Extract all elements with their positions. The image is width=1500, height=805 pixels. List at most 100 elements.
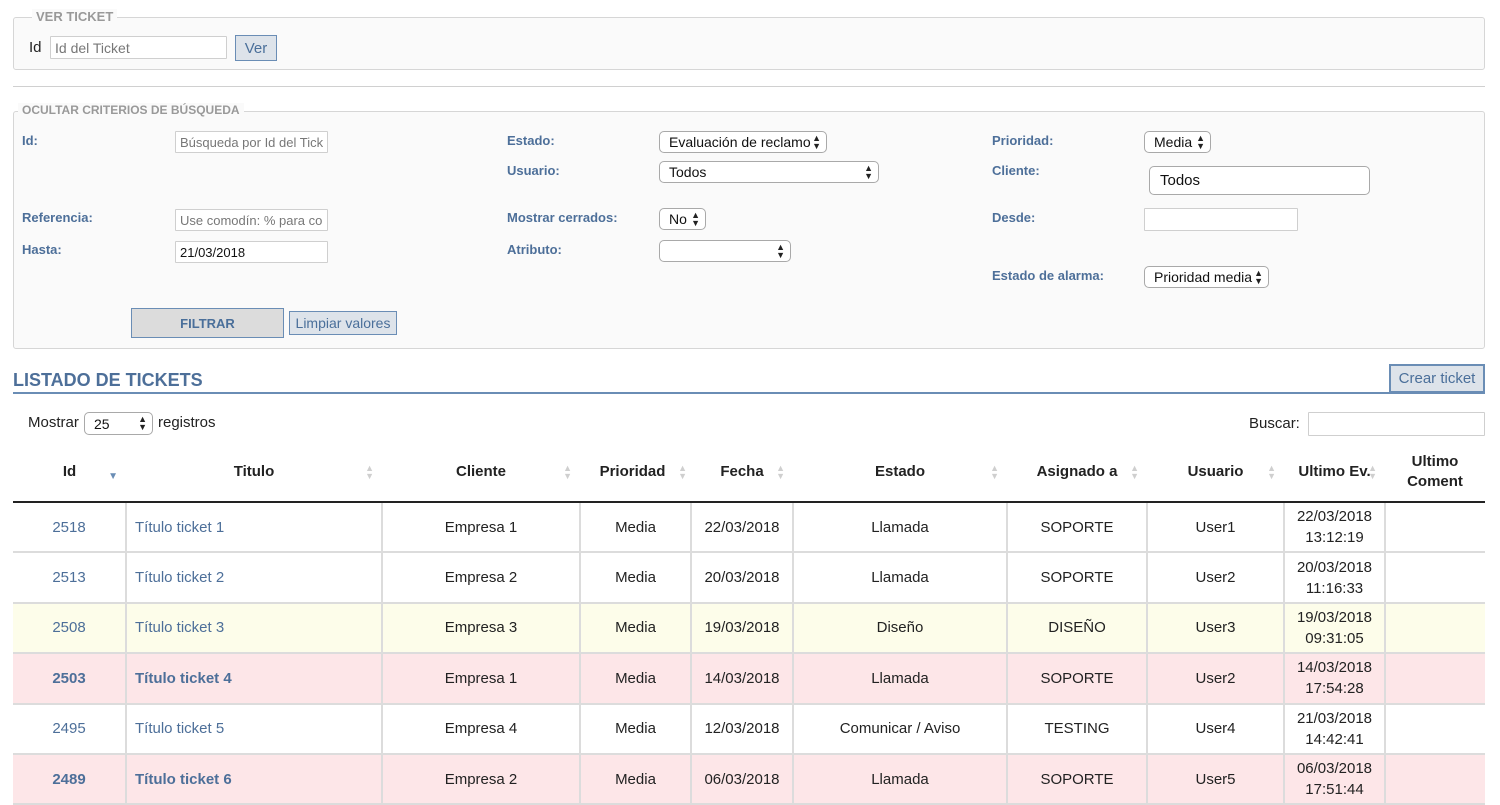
col-header-prioridad[interactable]: Prioridad ▲ ▼	[580, 442, 691, 503]
cell-prioridad: Media	[580, 602, 692, 655]
search-criteria-legend[interactable]: OCULTAR CRITERIOS DE BÚSQUEDA	[18, 103, 244, 117]
crear-ticket-button[interactable]: Crear ticket	[1389, 364, 1485, 393]
cell-id[interactable]: 2513	[13, 552, 127, 604]
cell-estado: Llamada	[793, 552, 1008, 604]
cell-id[interactable]: 2508	[13, 602, 127, 655]
estado-alarma-select[interactable]: Prioridad media ▲ ▼	[1144, 266, 1269, 288]
cell-cliente: Empresa 1	[382, 502, 581, 554]
cell-estado: Llamada	[793, 653, 1008, 705]
table-row[interactable]: 2503 Título ticket 4 Empresa 1 Media 14/03/2…	[13, 653, 1485, 705]
label-usuario: Usuario:	[507, 163, 560, 178]
sort-icon: ▲ ▼	[776, 462, 785, 481]
ultimo-ev-hora: 13:12:19	[1305, 529, 1364, 547]
col-header-ultimo-coment-label: Ultimo Coment	[1407, 452, 1463, 490]
cell-usuario: User5	[1147, 753, 1285, 805]
cell-asignado: TESTING	[1007, 703, 1148, 755]
table-row[interactable]: 2508 Título ticket 3 Empresa 3 Media 19/03/2…	[13, 602, 1485, 655]
buscar-input[interactable]	[1308, 412, 1485, 436]
col-header-fecha-label: Fecha	[720, 462, 764, 480]
chevron-updown-icon: ▲ ▼	[691, 210, 700, 228]
col-header-asignado[interactable]: Asignado a ▲ ▼	[1007, 442, 1147, 503]
cell-asignado: SOPORTE	[1007, 753, 1148, 805]
cell-prioridad: Media	[580, 502, 692, 554]
tickets-table: Id ▼ Titulo ▲ ▼ Cliente ▲ ▼ Prioridad ▲ ▼ Fecha…	[13, 442, 1485, 805]
sort-icon: ▲ ▼	[990, 462, 999, 481]
label-atributo: Atributo:	[507, 242, 562, 257]
cell-id[interactable]: 2495	[13, 703, 127, 755]
cell-id[interactable]: 2489	[13, 753, 127, 805]
sort-icon: ▲ ▼	[678, 462, 687, 481]
cell-fecha: 20/03/2018	[691, 552, 794, 604]
usuario-select[interactable]: Todos ▲ ▼	[659, 161, 879, 183]
col-header-ultimo-coment[interactable]: Ultimo Coment	[1385, 442, 1485, 503]
label-estado-alarma: Estado de alarma:	[992, 268, 1104, 283]
prioridad-select[interactable]: Media ▲ ▼	[1144, 131, 1211, 153]
cell-id[interactable]: 2518	[13, 502, 127, 554]
cliente-select[interactable]: Todos	[1149, 166, 1370, 195]
table-row[interactable]: 2518 Título ticket 1 Empresa 1 Media 22/03/2…	[13, 502, 1485, 554]
mostrar-cerrados-select[interactable]: No ▲ ▼	[659, 208, 706, 230]
search-desde-input[interactable]	[1144, 208, 1298, 231]
cliente-select-value: Todos	[1160, 172, 1201, 189]
usuario-select-value: Todos	[669, 164, 707, 180]
cell-titulo[interactable]: Título ticket 3	[126, 602, 383, 655]
col-header-ultimo-ev[interactable]: Ultimo Ev. ▲ ▼	[1284, 442, 1385, 503]
cell-cliente: Empresa 4	[382, 703, 581, 755]
ver-button[interactable]: Ver	[235, 35, 277, 61]
cell-ultimo-coment	[1385, 653, 1485, 705]
ver-ticket-id-input[interactable]	[50, 36, 227, 59]
label-desde: Desde:	[992, 210, 1036, 225]
page-size-select[interactable]: 25 ▲ ▼	[84, 412, 153, 435]
atributo-select[interactable]: ▲ ▼	[659, 240, 791, 262]
cell-titulo[interactable]: Título ticket 5	[126, 703, 383, 755]
cell-cliente: Empresa 1	[382, 653, 581, 705]
cell-usuario: User3	[1147, 602, 1285, 655]
col-header-id[interactable]: Id ▼	[13, 442, 126, 503]
cell-usuario: User2	[1147, 653, 1285, 705]
table-row[interactable]: 2513 Título ticket 2 Empresa 2 Media 20/03/2…	[13, 552, 1485, 604]
cell-titulo[interactable]: Título ticket 2	[126, 552, 383, 604]
cell-titulo[interactable]: Título ticket 1	[126, 502, 383, 554]
col-header-estado[interactable]: Estado ▲ ▼	[793, 442, 1007, 503]
search-referencia-input[interactable]	[175, 209, 328, 231]
sort-desc-icon: ▼	[108, 471, 118, 482]
filtrar-button[interactable]: FILTRAR	[131, 308, 284, 338]
cell-titulo[interactable]: Título ticket 4	[126, 653, 383, 705]
ultimo-ev-fecha: 22/03/2018	[1296, 508, 1373, 526]
search-id-input[interactable]	[175, 131, 328, 153]
col-header-titulo[interactable]: Titulo ▲ ▼	[126, 442, 382, 503]
cell-titulo[interactable]: Título ticket 6	[126, 753, 383, 805]
table-header-row: Id ▼ Titulo ▲ ▼ Cliente ▲ ▼ Prioridad ▲ ▼ Fecha…	[13, 442, 1485, 503]
estado-select[interactable]: Evaluación de reclamo ▲ ▼	[659, 131, 827, 153]
estado-alarma-select-value: Prioridad media	[1154, 269, 1253, 285]
cell-ultimo-ev: 14/03/2018 17:54:28	[1284, 653, 1386, 705]
limpiar-valores-button[interactable]: Limpiar valores	[289, 311, 397, 335]
chevron-updown-icon: ▲ ▼	[138, 414, 147, 432]
col-header-estado-label: Estado	[874, 462, 925, 480]
search-hasta-input[interactable]	[175, 241, 328, 263]
cell-id[interactable]: 2503	[13, 653, 127, 705]
cell-fecha: 22/03/2018	[691, 502, 794, 554]
chevron-updown-icon: ▲ ▼	[864, 163, 873, 181]
label-id: Id:	[22, 133, 38, 148]
col-header-cliente[interactable]: Cliente ▲ ▼	[382, 442, 580, 503]
cell-ultimo-ev: 06/03/2018 17:51:44	[1284, 753, 1386, 805]
ver-ticket-legend: VER TICKET	[32, 9, 118, 24]
label-mostrar-cerrados: Mostrar cerrados:	[507, 210, 618, 225]
label-hasta: Hasta:	[22, 242, 62, 257]
estado-select-value: Evaluación de reclamo	[669, 134, 811, 150]
sort-icon: ▲ ▼	[1130, 462, 1139, 481]
cell-cliente: Empresa 2	[382, 552, 581, 604]
col-header-prioridad-label: Prioridad	[599, 462, 666, 480]
table-row[interactable]: 2495 Título ticket 5 Empresa 4 Media 12/03/2…	[13, 703, 1485, 755]
label-estado: Estado:	[507, 133, 555, 148]
cell-ultimo-coment	[1385, 602, 1485, 655]
col-header-usuario[interactable]: Usuario ▲ ▼	[1147, 442, 1284, 503]
sort-icon: ▲ ▼	[1368, 462, 1377, 481]
table-row[interactable]: 2489 Título ticket 6 Empresa 2 Media 06/03/2…	[13, 753, 1485, 805]
col-header-fecha[interactable]: Fecha ▲ ▼	[691, 442, 793, 503]
ultimo-ev-fecha: 21/03/2018	[1296, 709, 1373, 727]
cell-asignado: SOPORTE	[1007, 552, 1148, 604]
cell-asignado: SOPORTE	[1007, 653, 1148, 705]
col-header-titulo-label: Titulo	[233, 462, 275, 480]
